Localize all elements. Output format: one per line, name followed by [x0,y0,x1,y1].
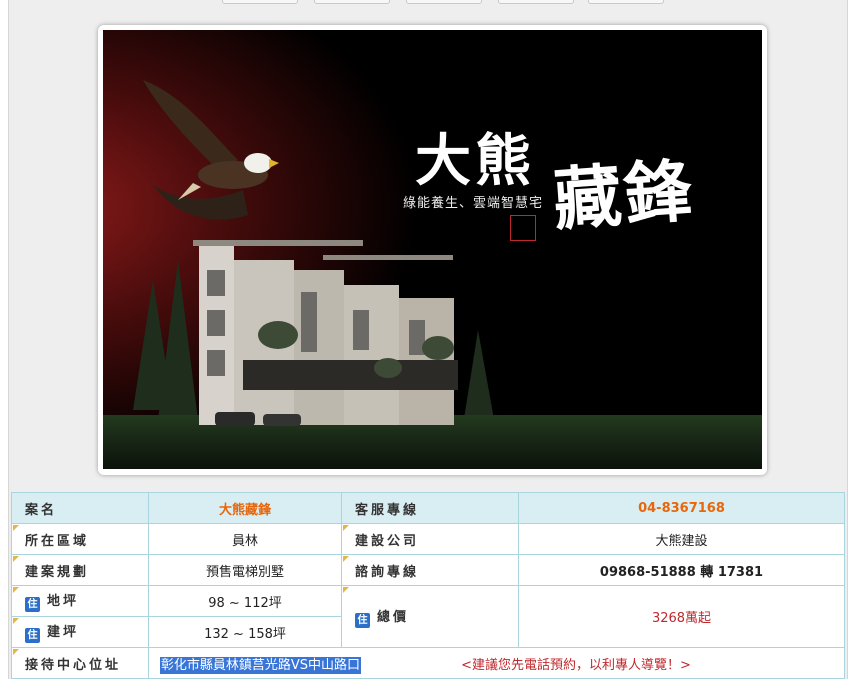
seal-stamp [510,215,536,241]
nav-tab-3[interactable] [406,0,482,4]
project-info-table: 案名 大熊藏鋒 客服專線 04-8367168 所在區域 員林 建設公司 大熊建… [11,492,845,679]
banner-frame: 大熊 藏鋒 綠能養生、雲端智慧宅 [98,25,767,475]
district-label: 所在區域 [11,523,149,555]
price-label: 總價 [377,609,410,625]
table-row: 案名 大熊藏鋒 客服專線 04-8367168 [11,492,845,524]
consult-number[interactable]: 09868-51888 轉 17381 [518,554,845,586]
banner-title: 大熊 [415,128,535,194]
banner-slogan: 綠能養生、雲端智慧宅 [403,196,544,211]
consult-label: 諮詢專線 [341,554,519,586]
residence-badge-icon: 住 [25,597,40,612]
nav-tab-2[interactable] [314,0,390,4]
project-banner: 大熊 藏鋒 綠能養生、雲端智慧宅 [103,30,762,469]
hotline-label: 客服專線 [341,492,519,524]
project-name: 大熊藏鋒 [148,492,342,524]
nav-tab-5[interactable] [588,0,664,4]
residence-badge-icon: 住 [355,612,370,628]
builder-value: 大熊建設 [518,523,845,555]
banner-title-calligraphy: 藏鋒 [550,151,697,241]
plan-value: 預售電梯別墅 [148,554,342,586]
district-value: 員林 [148,523,342,555]
project-name-label: 案名 [11,492,149,524]
table-row: 建案規劃 預售電梯別墅 諮詢專線 09868-51888 轉 17381 [11,554,845,586]
banner-illustration [103,30,762,469]
reception-label: 接待中心位址 [11,647,149,679]
price-label-cell: 住總價 [341,585,519,648]
builder-label: 建設公司 [341,523,519,555]
building-area-value: 132 ~ 158坪 [148,616,342,648]
plan-label: 建案規劃 [11,554,149,586]
residence-badge-icon: 住 [25,628,40,643]
reception-address[interactable]: 彰化市縣員林鎮莒光路VS中山路口 [159,656,361,674]
nav-tab-4[interactable] [498,0,574,4]
price-value: 3268萬起 [518,585,845,648]
building-area-label: 建坪 [47,625,80,640]
hotline-number[interactable]: 04-8367168 [518,492,845,524]
table-row: 接待中心位址 彰化市縣員林鎮莒光路VS中山路口 <建議您先電話預約，以利專人導覽… [11,647,845,679]
table-row: 住地坪 98 ~ 112坪 住總價 3268萬起 [11,585,845,648]
reception-note: <建議您先電話預約，以利專人導覽！> [461,657,691,673]
land-area-value: 98 ~ 112坪 [148,585,342,617]
land-area-label: 地坪 [47,594,80,609]
table-row: 所在區域 員林 建設公司 大熊建設 [11,523,845,555]
reception-cell: 彰化市縣員林鎮莒光路VS中山路口 <建議您先電話預約，以利專人導覽！> [148,647,845,679]
building-area-cell: 住建坪 [11,616,149,648]
nav-tab-1[interactable] [222,0,298,4]
land-area-cell: 住地坪 [11,585,149,617]
